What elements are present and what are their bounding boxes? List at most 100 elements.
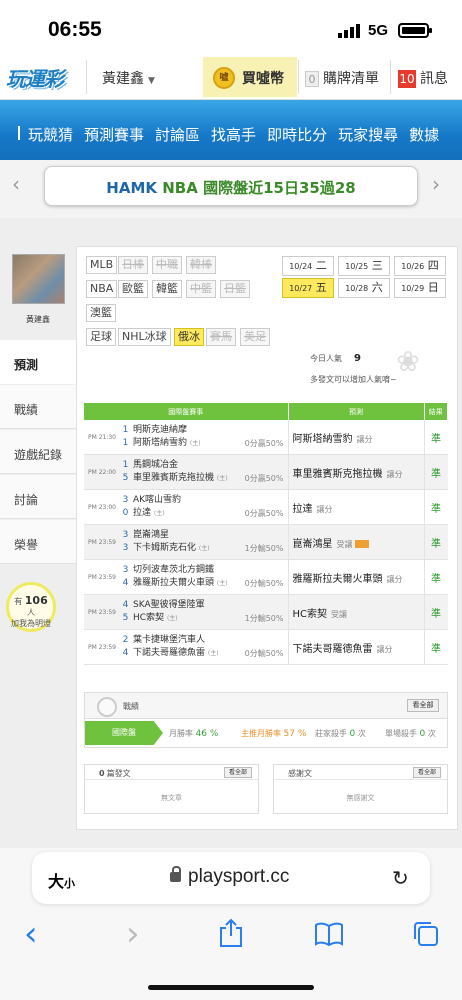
thanks-view-all-button[interactable]: 看全部: [413, 767, 441, 778]
tabs-icon[interactable]: [412, 920, 440, 948]
home-team[interactable]: 雅羅斯拉夫爾火車頭: [133, 578, 214, 588]
table-row: PM 23:00 3 AK喀山雪豹 0 拉達 (主) 0分贏50% 拉達 讓分準: [84, 489, 448, 525]
result: 準: [423, 420, 448, 455]
picked-team: 拉達: [292, 503, 313, 515]
main-month-win-rate: 主推月勝率 57 %: [241, 729, 307, 739]
buy-coins-button[interactable]: 噓 買噓幣: [203, 57, 297, 97]
home-indicator: [148, 985, 314, 990]
handicap: 0分贏50%: [244, 439, 284, 448]
league-cpbl: 中職: [152, 256, 182, 274]
predictions-table: 國際盤賽事 預測 結果 PM 21:30 1 明斯克迪納摩 1 阿斯塔納雪豹 (主) 0分…: [84, 403, 448, 665]
league-nba[interactable]: NBA: [86, 280, 118, 298]
thanks-panel: 感謝文 看全部 無感謝文: [273, 764, 448, 814]
away-team[interactable]: 切列波韋茨北方鋼鐵: [133, 565, 214, 575]
chevron-right-icon[interactable]: ›: [432, 172, 440, 196]
team-score: 2: [122, 635, 129, 645]
sidebar-item-game-log[interactable]: 遊戲紀錄: [0, 430, 76, 474]
league-kbo: 韓棒: [186, 256, 216, 274]
date-tab[interactable]: 10/24 二: [282, 256, 334, 276]
league-nbl[interactable]: 澳籃: [86, 304, 116, 322]
league-khl[interactable]: 俄冰: [174, 328, 204, 346]
nav-item-player-search[interactable]: 玩家搜尋: [338, 124, 398, 145]
popularity-label: 今日人氣: [310, 354, 342, 363]
avatar[interactable]: [12, 254, 65, 304]
away-team[interactable]: 馬鋼城冶金: [133, 460, 178, 470]
nav-item-predict[interactable]: 預測賽事: [84, 124, 144, 145]
date-tab-selected[interactable]: 10/27 五: [282, 278, 334, 298]
date-tab[interactable]: 10/29 日: [394, 278, 446, 298]
league-football[interactable]: 足球: [86, 328, 116, 346]
result: 準: [423, 454, 448, 490]
site-logo[interactable]: 玩運彩: [6, 63, 74, 91]
chevron-down-icon: ▼: [148, 76, 155, 86]
league-mlb[interactable]: MLB: [86, 256, 118, 274]
team-score: 3: [122, 495, 129, 505]
lock-icon: [170, 866, 181, 882]
prediction-cell: HC索契 受讓: [287, 594, 424, 630]
date-tab[interactable]: 10/26 四: [394, 256, 446, 276]
cart-button[interactable]: 0 購牌清單: [305, 68, 379, 88]
nav-item-guess[interactable]: 玩競猜: [28, 124, 73, 145]
nav-item-live-score[interactable]: 即時比分: [267, 124, 327, 145]
home-team[interactable]: 下卡姆斯克石化: [133, 543, 196, 553]
league-kbl[interactable]: 韓籃: [152, 280, 182, 298]
address-bar[interactable]: 大小 playsport.cc ↻: [32, 852, 430, 904]
text-size-button[interactable]: 大小: [48, 868, 75, 892]
messages-button[interactable]: 10 訊息: [398, 68, 448, 88]
single-killer: 單場殺手 0 次: [385, 729, 436, 739]
reload-icon[interactable]: ↻: [392, 866, 409, 890]
away-team[interactable]: 崑崙鴻星: [133, 530, 169, 540]
sidebar-item-discuss[interactable]: 討論: [0, 475, 76, 519]
away-team[interactable]: AK喀山雪豹: [133, 495, 181, 505]
match-teams: 1 明斯克迪納摩 1 阿斯塔納雪豹 (主) 0分贏50%: [118, 420, 288, 455]
nav-item-experts[interactable]: 找高手: [211, 124, 256, 145]
user-menu[interactable]: 黃建鑫 ▼: [102, 68, 155, 88]
league-horse-racing: 賽馬: [206, 328, 236, 346]
date-tab[interactable]: 10/25 三: [338, 256, 390, 276]
share-icon[interactable]: [218, 918, 244, 948]
away-team[interactable]: 葉卡捷琳堡汽車人: [133, 635, 205, 645]
banner-highlight: HAMK: [106, 179, 158, 197]
bulb-prefix: 有: [14, 597, 23, 606]
match-time: PM 23:59: [84, 629, 118, 665]
away-team[interactable]: SKA聖彼得堡陸軍: [133, 600, 205, 610]
chevron-left-icon[interactable]: ‹: [12, 172, 20, 196]
status-time: 06:55: [48, 18, 102, 41]
sidebar-item-honor[interactable]: 榮譽: [0, 520, 76, 564]
posts-panel: 0 篇發文 看全部 無文章: [84, 764, 259, 814]
handicap: 0分贏50%: [244, 509, 284, 518]
away-team[interactable]: 明斯克迪納摩: [133, 425, 187, 435]
home-team[interactable]: 車里雅賓斯克拖拉機: [133, 473, 214, 483]
picked-team: 雅羅斯拉夫爾火車頭: [292, 573, 383, 585]
match-time: PM 23:00: [84, 489, 118, 525]
popularity-value: 9: [354, 353, 361, 364]
nav-item-forum[interactable]: 討論區: [155, 124, 200, 145]
sidebar-item-predict[interactable]: 預測: [0, 340, 76, 384]
posts-view-all-button[interactable]: 看全部: [224, 767, 252, 778]
bet-type: 讓分: [356, 434, 373, 444]
home-team[interactable]: 下諾夫哥羅德魚雷: [133, 648, 205, 658]
home-team[interactable]: 阿斯塔納雪豹: [133, 438, 187, 448]
date-tab[interactable]: 10/28 六: [338, 278, 390, 298]
banner-card[interactable]: HAMK NBA 國際盤近15日35過28: [44, 166, 418, 206]
cart-count: 0: [305, 71, 319, 87]
record-view-all-button[interactable]: 看全部: [407, 699, 439, 712]
home-team[interactable]: 拉達: [133, 508, 151, 518]
league-nhl[interactable]: NHL冰球: [118, 328, 171, 346]
result: 準: [423, 559, 448, 595]
result: 準: [423, 594, 448, 630]
bookmarks-icon[interactable]: [314, 922, 344, 946]
home-team[interactable]: HC索契: [133, 613, 164, 623]
back-icon[interactable]: ‹: [24, 914, 38, 954]
tab-international[interactable]: 國際盤: [85, 721, 163, 745]
bet-type: 受讓: [331, 609, 348, 619]
sidebar-item-record[interactable]: 戰績: [0, 385, 76, 429]
nav-item-data[interactable]: 數據: [409, 124, 439, 145]
follow-light-button[interactable]: 有 106 人 加我為明燈: [6, 582, 56, 632]
main-nav: 玩競猜 預測賽事 討論區 找高手 即時比分 玩家搜尋 數據: [0, 100, 462, 160]
league-euro-basketball[interactable]: 歐籃: [118, 280, 148, 298]
team-score: 0: [122, 508, 129, 518]
result: 準: [423, 629, 448, 665]
forward-icon[interactable]: ›: [126, 914, 140, 954]
league-b-league: 日籃: [220, 280, 250, 298]
